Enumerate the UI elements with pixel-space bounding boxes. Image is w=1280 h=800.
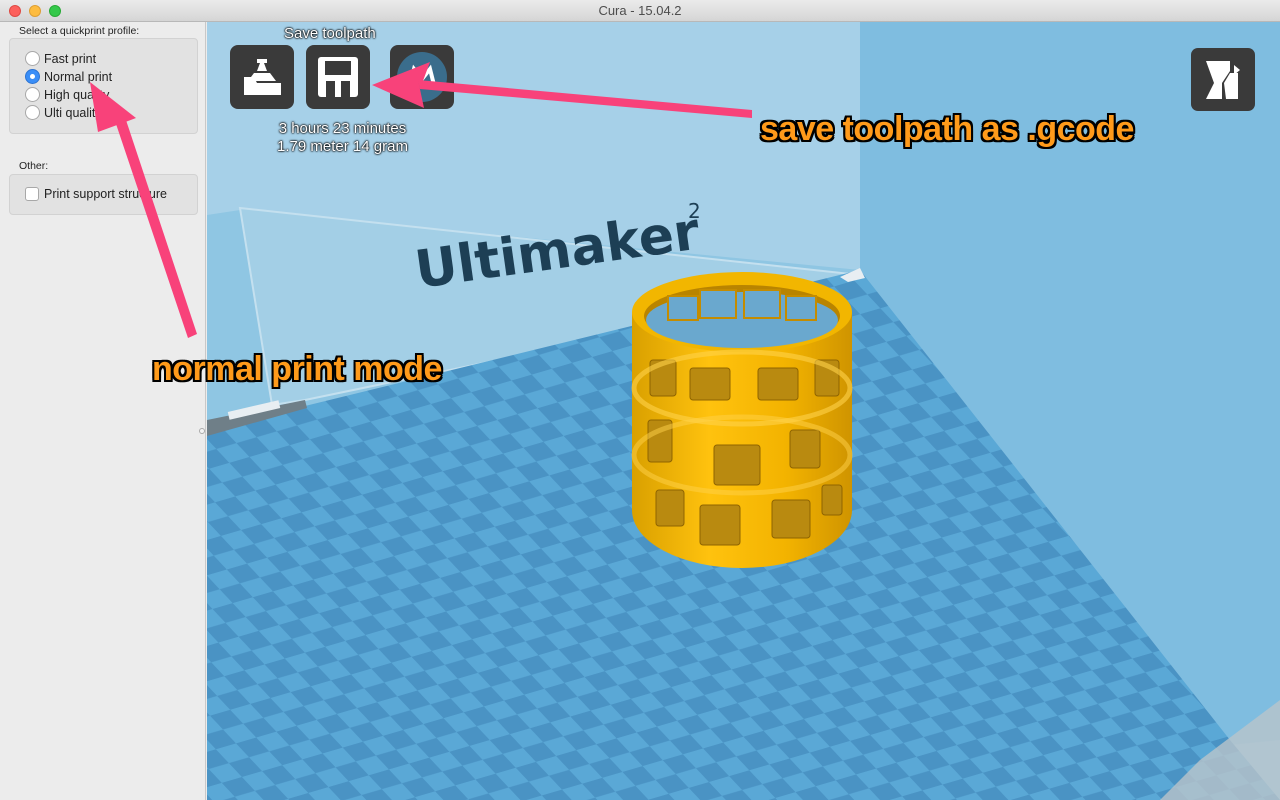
save-toolpath-annotation: save toolpath as .gcode	[760, 110, 1134, 148]
print-material: 1.79 meter 14 gram	[277, 138, 408, 155]
save-toolpath-caption: Save toolpath	[284, 25, 376, 42]
other-group: Print support structure	[9, 174, 198, 215]
radio-button-selected[interactable]	[25, 69, 40, 84]
profile-label: Select a quickprint profile:	[19, 25, 140, 37]
youmagine-icon	[397, 52, 447, 102]
load-model-button[interactable]	[230, 45, 294, 109]
print-info: 3 hours 23 minutes 1.79 meter 14 gram	[230, 120, 455, 156]
maximize-window-button[interactable]	[49, 5, 61, 17]
normal-print-annotation: normal print mode	[152, 350, 442, 388]
floppy-disk-icon	[318, 57, 358, 97]
radio-button[interactable]	[25, 105, 40, 120]
close-window-button[interactable]	[9, 5, 21, 17]
support-structure-label: Print support structure	[44, 187, 167, 201]
profile-label-ulti: Ulti quality	[44, 105, 102, 120]
profile-label-normal: Normal print	[44, 69, 113, 84]
profile-normal-print[interactable]: Normal print	[25, 69, 112, 84]
profile-label-high: High quality	[44, 87, 110, 102]
save-toolpath-button[interactable]	[306, 45, 370, 109]
profile-high-quality[interactable]: High quality	[25, 87, 109, 102]
profile-fast-print[interactable]: Fast print	[25, 51, 96, 66]
profile-group: Fast print Normal print High quality Ult…	[9, 38, 198, 134]
sidebar: Select a quickprint profile: Fast print …	[0, 22, 206, 800]
radio-button[interactable]	[25, 51, 40, 66]
model-cylinder[interactable]	[631, 272, 853, 568]
title-bar: Cura - 15.04.2	[0, 0, 1280, 22]
support-structure-checkbox[interactable]	[25, 187, 39, 201]
other-label: Other:	[19, 160, 49, 172]
profile-label-fast: Fast print	[44, 51, 97, 66]
window-controls	[9, 5, 61, 17]
radio-button[interactable]	[25, 87, 40, 102]
window-title: Cura - 15.04.2	[598, 3, 682, 18]
ultimaker-logo-superscript: 2	[688, 199, 701, 223]
youmagine-button[interactable]	[390, 45, 454, 109]
view-mode-icon	[1206, 60, 1240, 99]
support-structure-option[interactable]: Print support structure	[25, 187, 167, 201]
profile-ulti-quality[interactable]: Ulti quality	[25, 105, 102, 120]
splitter-handle[interactable]	[199, 428, 205, 434]
print-time: 3 hours 23 minutes	[278, 120, 407, 137]
view-mode-button[interactable]	[1191, 48, 1255, 111]
minimize-window-button[interactable]	[29, 5, 41, 17]
load-model-icon	[244, 59, 281, 95]
